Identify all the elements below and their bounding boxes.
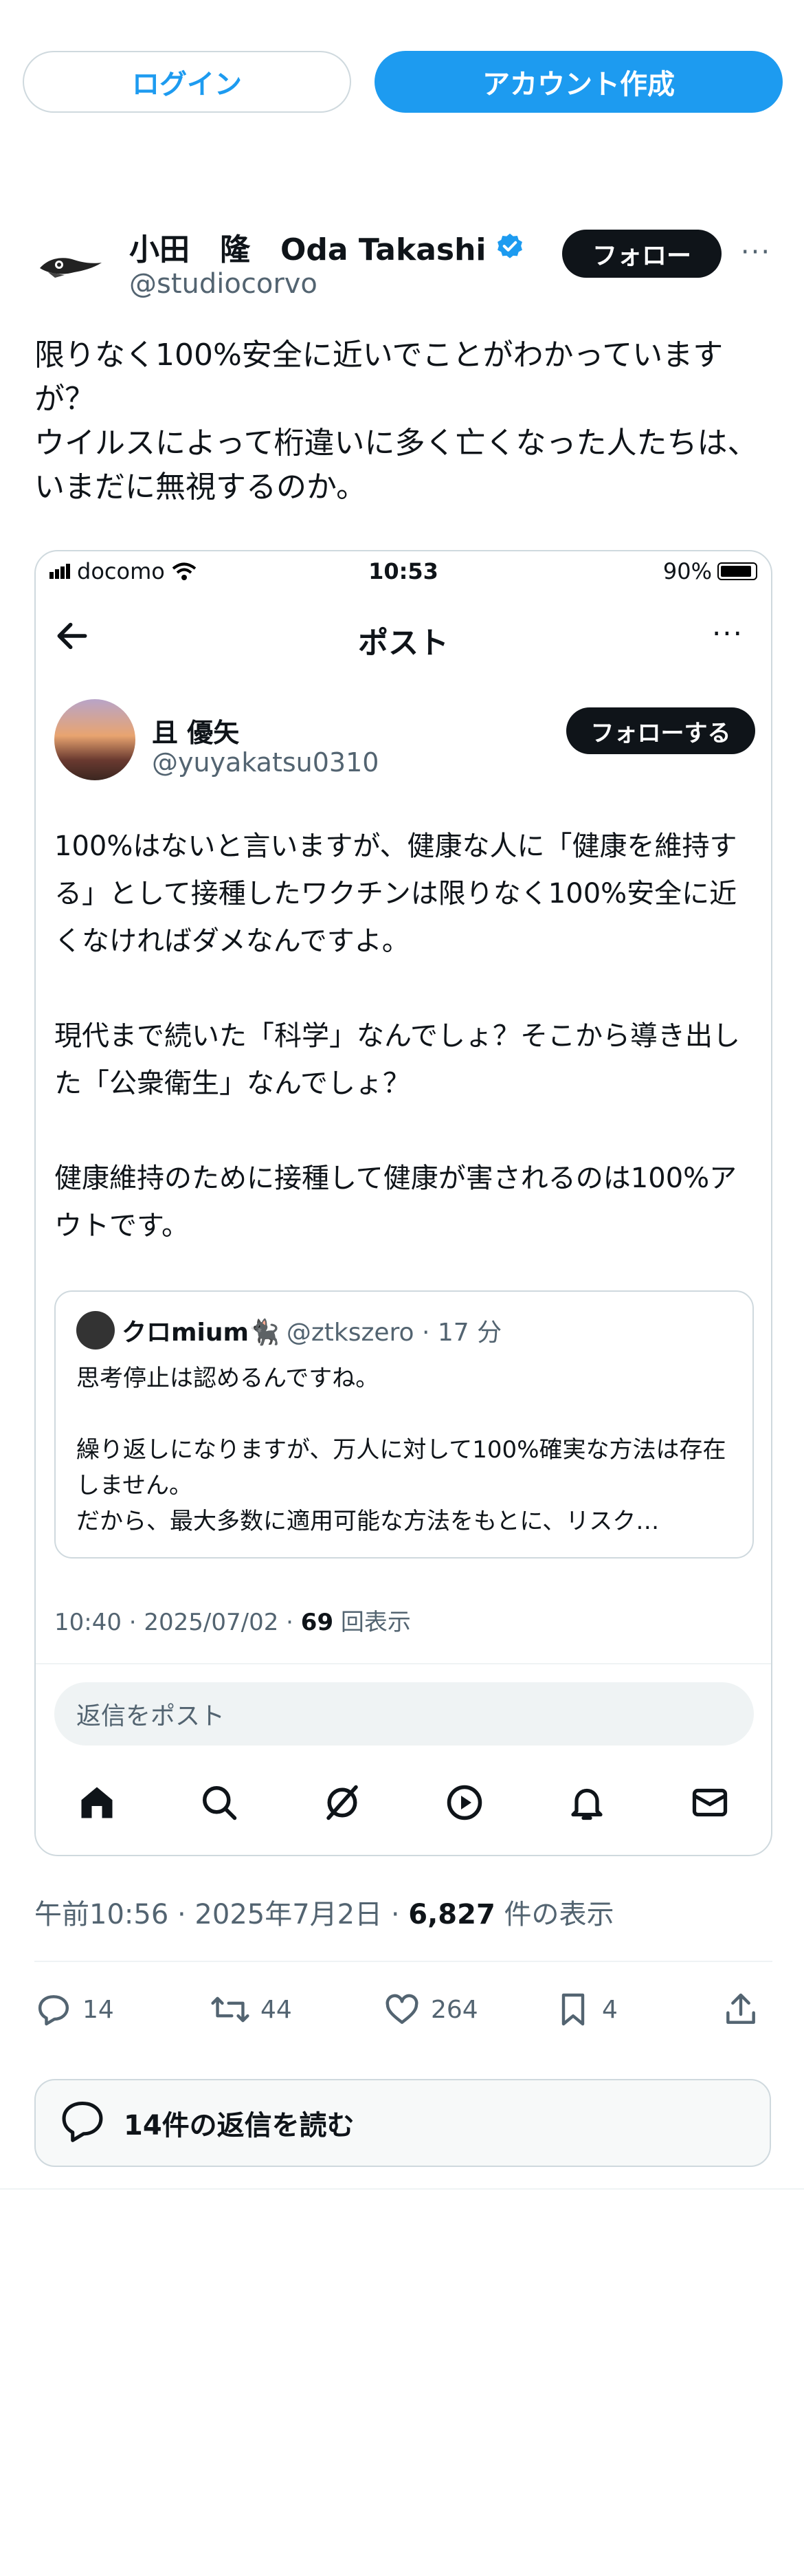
battery-percent: 90%	[662, 558, 712, 584]
divider	[0, 2188, 804, 2190]
post-navbar: ポスト ···	[36, 610, 771, 665]
repost-count: 44	[260, 1995, 292, 2024]
notifications-bell-icon[interactable]	[563, 1779, 611, 1827]
follow-button[interactable]: フォローする	[566, 707, 755, 754]
grok-icon[interactable]	[318, 1779, 366, 1827]
inner-post-text: 100%はないと言いますが、健康な人に「健康を維持する」として接種したワクチンは…	[54, 830, 740, 1242]
quoted-post-header: クロmium🐈‍⬛ @ztkszero · 17 分	[76, 1311, 502, 1350]
quoted-author-name: クロmium🐈‍⬛	[122, 1319, 280, 1347]
read-replies-button[interactable]: 14件の返信を読む	[34, 2079, 771, 2167]
bookmark-count: 4	[602, 1995, 618, 2024]
inner-author-handle[interactable]: @yuyakatsu0310	[152, 747, 379, 778]
page-title: ポスト	[358, 626, 449, 661]
replies-bubble-icon	[62, 2101, 103, 2142]
quoted-post[interactable]: クロmium🐈‍⬛ @ztkszero · 17 分 思考停止は認めるんですね。…	[54, 1290, 754, 1559]
views-count: 6,827	[408, 1899, 495, 1930]
inner-timestamp: 10:40 · 2025/07/02 · 69 回表示	[54, 1603, 411, 1637]
inner-views-count: 69	[300, 1609, 334, 1636]
avatar[interactable]	[54, 699, 135, 780]
search-icon[interactable]	[195, 1779, 243, 1827]
views-label: 件の表示	[495, 1899, 614, 1930]
tweet-text: 限りなく100%安全に近いでことがわかっていますが？ ウイルスによって桁違いに多…	[34, 338, 758, 505]
heart-icon	[386, 1994, 418, 2024]
inner-time-text: 10:40 · 2025/07/02 ·	[54, 1609, 301, 1636]
embedded-screenshot: docomo 10:53 90% ポスト ··· 且 優矢 @yuyakatsu…	[34, 550, 772, 1856]
reply-input[interactable]: 返信をポスト	[54, 1682, 754, 1746]
repost-icon	[211, 1996, 249, 2023]
login-button[interactable]: ログイン	[23, 51, 351, 113]
divider	[34, 1961, 772, 1962]
bottom-tab-bar	[36, 1768, 771, 1837]
tweet-time[interactable]: 午前10:56 · 2025年7月2日 ·	[34, 1899, 408, 1930]
share-icon	[726, 1993, 755, 2024]
battery: 90%	[663, 558, 757, 584]
video-icon[interactable]	[440, 1779, 489, 1827]
battery-icon	[717, 562, 757, 580]
home-icon[interactable]	[73, 1779, 121, 1827]
action-bar: 14 44 264 4	[34, 1990, 772, 2038]
read-replies-label: 14件の返信を読む	[124, 2110, 355, 2142]
repost-button[interactable]: 44	[210, 1990, 292, 2029]
author-name-text: 小田 隆 Oda Takashi	[129, 232, 487, 267]
quoted-text: 思考停止は認めるんですね。 繰り返しになりますが、万人に対して100%確実な方法…	[76, 1365, 726, 1535]
inner-views-label: 回表示	[333, 1609, 411, 1636]
bookmark-button[interactable]: 4	[554, 1990, 618, 2029]
divider	[36, 1663, 771, 1664]
signup-button[interactable]: アカウント作成	[375, 51, 783, 113]
status-bar: docomo 10:53 90%	[36, 551, 771, 593]
avatar[interactable]	[34, 232, 107, 305]
more-icon[interactable]: ···	[739, 235, 773, 269]
tweet-meta: 午前10:56 · 2025年7月2日 · 6,827 件の表示	[34, 1892, 614, 1932]
inner-author: 且 優矢 @yuyakatsu0310 フォローする	[54, 699, 755, 789]
reply-icon	[38, 1995, 69, 2026]
follow-button[interactable]: フォロー	[562, 230, 722, 278]
like-button[interactable]: 264	[383, 1990, 478, 2029]
status-time: 10:53	[368, 558, 438, 584]
bookmark-icon	[561, 1993, 585, 2026]
verified-badge-icon	[497, 233, 522, 258]
author-handle[interactable]: @studiocorvo	[129, 268, 317, 300]
inner-author-name[interactable]: 且 優矢	[152, 712, 239, 749]
share-button[interactable]	[722, 1990, 760, 2029]
author-name[interactable]: 小田 隆 Oda Takashi	[129, 225, 525, 269]
top-bar: ログイン アカウント作成	[0, 0, 804, 131]
more-icon[interactable]: ···	[712, 617, 744, 650]
avatar	[76, 1311, 115, 1350]
reply-count: 14	[82, 1995, 114, 2024]
tweet-author: 小田 隆 Oda Takashi @studiocorvo フォロー ···	[34, 221, 777, 311]
like-count: 264	[431, 1995, 478, 2024]
quoted-meta: @ztkszero · 17 分	[286, 1319, 502, 1347]
crow-skull-logo-icon	[40, 258, 102, 278]
reply-button[interactable]: 14	[34, 1990, 114, 2029]
messages-icon[interactable]	[686, 1779, 734, 1827]
